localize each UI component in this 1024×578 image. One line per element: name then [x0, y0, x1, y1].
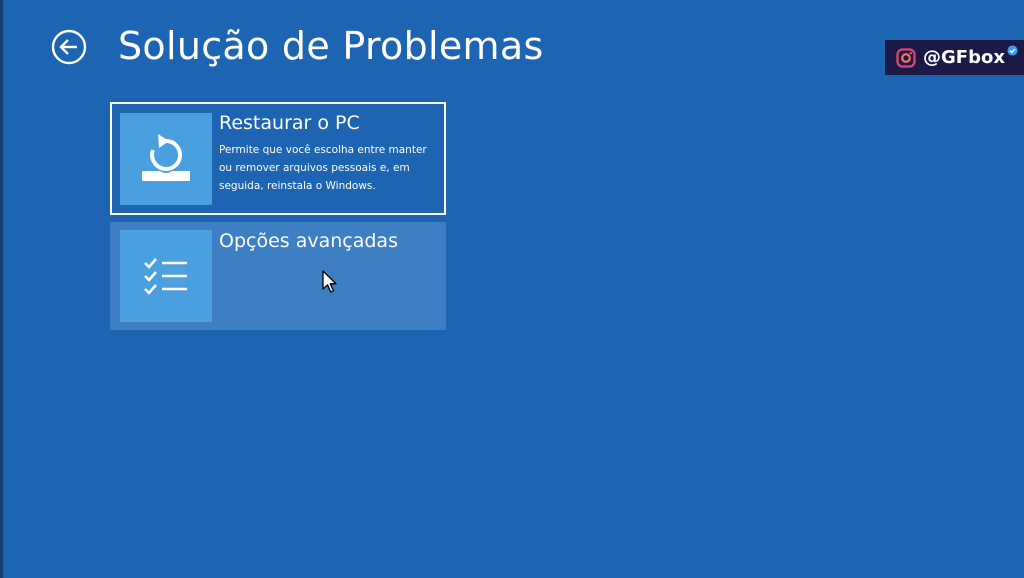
reset-pc-icon	[142, 134, 190, 181]
advanced-options-option[interactable]: Opções avançadas	[110, 222, 446, 330]
back-button[interactable]	[50, 28, 88, 66]
checklist-icon	[144, 258, 187, 295]
troubleshoot-screen: Solução de Problemas @GFbox Restaurar o …	[0, 0, 1024, 578]
restore-pc-description: Permite que você escolha entre manter ou…	[219, 144, 427, 192]
page-title: Solução de Problemas	[118, 24, 544, 68]
watermark-handle: @GFbox	[923, 47, 1005, 68]
back-arrow-icon	[51, 29, 87, 65]
advanced-options-icon-box	[120, 230, 212, 322]
instagram-icon	[896, 47, 916, 68]
advanced-options-title: Opções avançadas	[219, 230, 398, 252]
restore-pc-title: Restaurar o PC	[219, 112, 360, 134]
left-edge-border	[0, 0, 3, 578]
verified-badge-icon	[1007, 45, 1018, 56]
restore-pc-icon-box	[120, 113, 212, 205]
instagram-watermark: @GFbox	[885, 40, 1024, 75]
restore-pc-option[interactable]: Restaurar o PC Permite que você escolha …	[110, 102, 446, 215]
mouse-cursor-icon	[322, 270, 337, 293]
